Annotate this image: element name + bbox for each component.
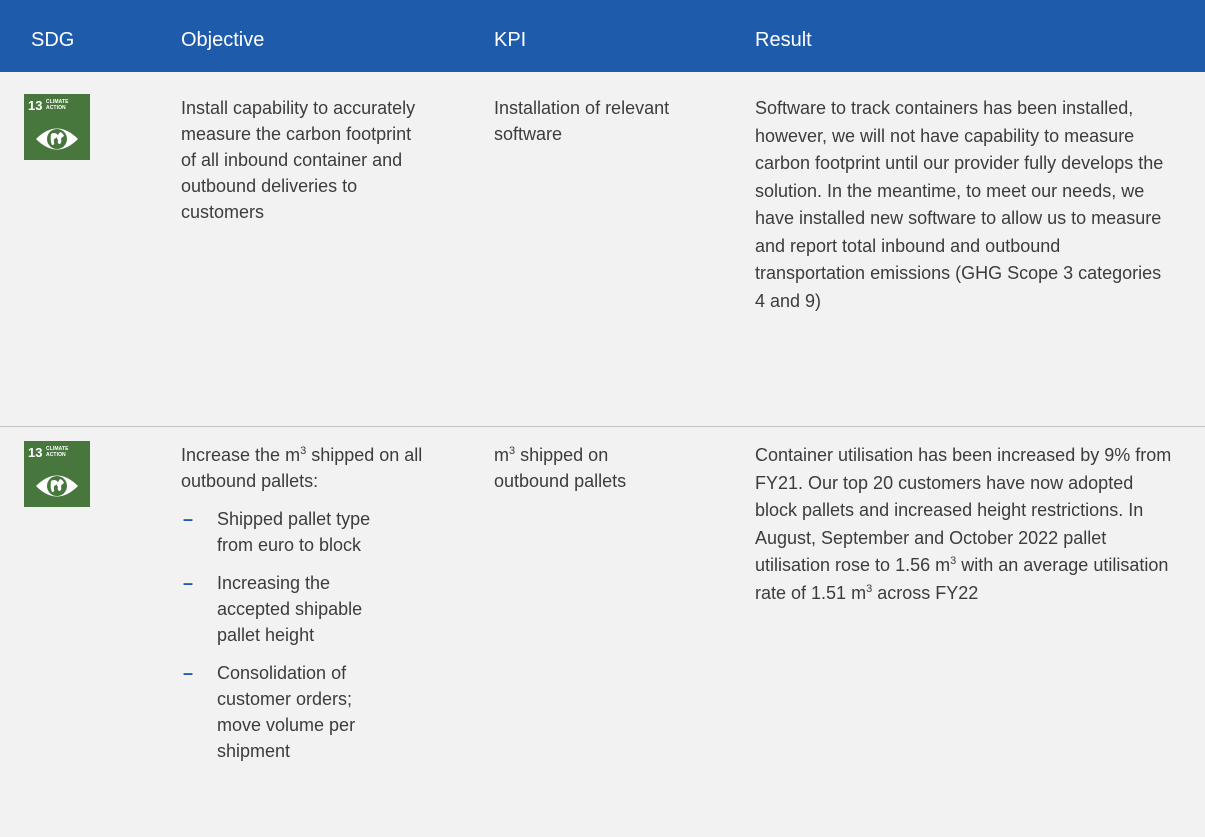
row2-objective-intro: Increase the m3 shipped on all outbound …: [181, 442, 451, 494]
list-item: – Shipped pallet type from euro to block: [181, 506, 397, 558]
table-header: SDG Objective KPI Result: [0, 0, 1205, 72]
sdg-number: 13: [28, 445, 43, 460]
bullet-text: Increasing the accepted shipable pallet …: [217, 573, 363, 645]
sdg-label: CLIMATE ACTION: [46, 446, 69, 458]
row-divider: [0, 426, 1205, 427]
kpi-text: m: [494, 445, 509, 465]
header-sdg: SDG: [31, 29, 75, 51]
row2-kpi: m3 shipped on outbound pallets: [494, 442, 674, 494]
list-item: – Increasing the accepted shipable pallet…: [181, 570, 397, 648]
row1-result: Software to track containers has been in…: [755, 98, 1164, 311]
sdg-label: CLIMATE ACTION: [46, 99, 69, 111]
dash-bullet-icon: –: [183, 573, 194, 593]
row2-objective: Increase the m3 shipped on all outbound …: [181, 442, 451, 764]
sdg-13-badge: 13 CLIMATE ACTION: [24, 94, 90, 160]
header-objective: Objective: [181, 29, 265, 51]
bullet-text: Consolidation of customer orders; move v…: [217, 663, 356, 761]
header-kpi: KPI: [494, 29, 527, 51]
dash-bullet-icon: –: [183, 663, 194, 683]
sdg-number: 13: [28, 98, 43, 113]
bullet-text: Shipped pallet type from euro to block: [217, 509, 371, 555]
header-result: Result: [755, 29, 812, 51]
row1-kpi: Installation of relevant software: [494, 98, 670, 144]
row2-result: Container utilisation has been increased…: [755, 442, 1180, 607]
dash-bullet-icon: –: [183, 509, 194, 529]
list-item: – Consolidation of customer orders; move …: [181, 660, 397, 764]
result-text: across FY22: [872, 582, 979, 603]
sdg-label-line2: ACTION: [46, 105, 66, 111]
objective-intro-text: Increase the m: [181, 445, 301, 465]
sdg-13-badge: 13 CLIMATE ACTION: [24, 441, 90, 507]
row1-objective: Install capability to accurately measure…: [181, 98, 416, 222]
objective-bullet-list: – Shipped pallet type from euro to block …: [181, 506, 451, 764]
sdg-label-line2: ACTION: [46, 452, 66, 458]
